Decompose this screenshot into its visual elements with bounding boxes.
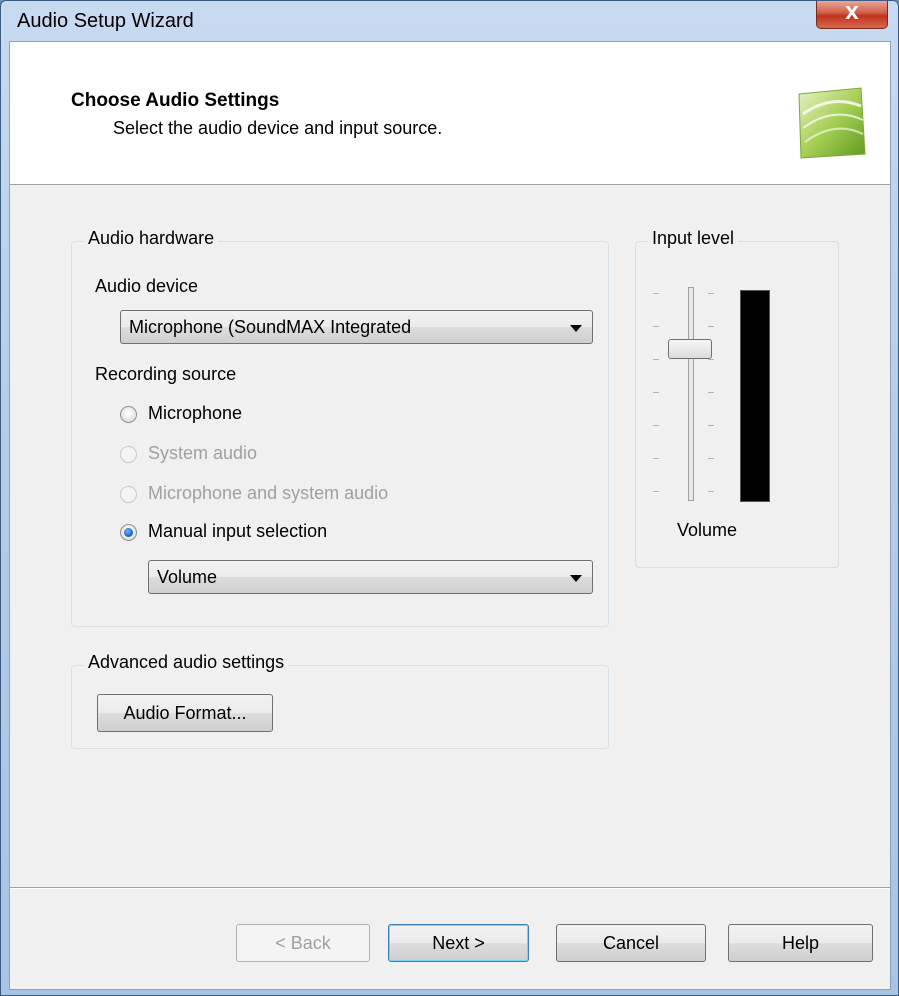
audio-hardware-group-label: Audio hardware bbox=[84, 228, 219, 249]
radio-microphone[interactable]: Microphone bbox=[120, 403, 420, 428]
radio-microphone-label: Microphone bbox=[148, 403, 243, 423]
slider-tick bbox=[708, 425, 714, 426]
audio-device-dropdown[interactable]: Microphone (SoundMAX Integrated bbox=[120, 310, 593, 344]
input-level-group: Input level bbox=[635, 228, 839, 568]
radio-button-selected[interactable] bbox=[120, 524, 137, 541]
manual-input-value: Volume bbox=[157, 567, 218, 587]
wizard-header: Choose Audio Settings Select the audio d… bbox=[10, 42, 890, 185]
cancel-button-label: Cancel bbox=[602, 933, 660, 953]
close-button[interactable]: X bbox=[816, 1, 888, 29]
input-level-group-label: Input level bbox=[648, 228, 739, 249]
footer-divider bbox=[10, 887, 890, 888]
cancel-button[interactable]: Cancel bbox=[556, 924, 706, 962]
volume-slider-thumb[interactable] bbox=[668, 339, 712, 359]
recording-source-label: Recording source bbox=[95, 364, 237, 384]
back-button: < Back bbox=[236, 924, 370, 962]
volume-slider-label: Volume bbox=[677, 520, 738, 540]
slider-tick bbox=[653, 458, 659, 459]
radio-system-audio-label: System audio bbox=[148, 443, 258, 463]
slider-tick bbox=[708, 326, 714, 327]
next-button-label: Next > bbox=[432, 933, 485, 953]
slider-tick bbox=[708, 491, 714, 492]
page-title: Choose Audio Settings bbox=[71, 90, 280, 111]
help-button-label: Help bbox=[781, 933, 820, 953]
slider-tick bbox=[653, 425, 659, 426]
audio-device-value: Microphone (SoundMAX Integrated bbox=[129, 317, 412, 337]
radio-selected-dot bbox=[124, 528, 133, 537]
radio-microphone-and-system-audio-label: Microphone and system audio bbox=[148, 483, 389, 503]
wizard-logo-icon bbox=[798, 87, 866, 159]
slider-tick bbox=[653, 392, 659, 393]
audio-format-button-label: Audio Format... bbox=[123, 703, 247, 723]
audio-setup-wizard-window: Audio Setup Wizard X Choose Audio Settin… bbox=[0, 0, 899, 996]
next-button[interactable]: Next > bbox=[388, 924, 529, 962]
audio-format-button[interactable]: Audio Format... bbox=[97, 694, 273, 732]
slider-tick bbox=[708, 293, 714, 294]
radio-system-audio: System audio bbox=[120, 443, 420, 468]
page-subtitle: Select the audio device and input source… bbox=[113, 118, 443, 138]
advanced-audio-settings-group-label: Advanced audio settings bbox=[84, 652, 289, 673]
radio-button bbox=[120, 446, 137, 463]
chevron-down-icon bbox=[570, 325, 582, 332]
input-level-meter bbox=[740, 290, 770, 502]
slider-tick bbox=[653, 491, 659, 492]
radio-microphone-and-system-audio: Microphone and system audio bbox=[120, 483, 480, 508]
title-bar: Audio Setup Wizard X bbox=[1, 1, 898, 41]
slider-tick bbox=[708, 359, 714, 360]
slider-tick bbox=[708, 392, 714, 393]
manual-input-dropdown[interactable]: Volume bbox=[148, 560, 593, 594]
window-title: Audio Setup Wizard bbox=[17, 10, 194, 32]
volume-slider-track[interactable] bbox=[688, 287, 694, 501]
radio-manual-input-selection[interactable]: Manual input selection bbox=[120, 521, 440, 546]
slider-tick bbox=[653, 293, 659, 294]
slider-tick bbox=[708, 458, 714, 459]
back-button-label: < Back bbox=[275, 933, 331, 953]
wizard-client-area: Choose Audio Settings Select the audio d… bbox=[9, 41, 891, 990]
close-icon: X bbox=[845, 3, 859, 24]
chevron-down-icon bbox=[570, 575, 582, 582]
radio-manual-input-selection-label: Manual input selection bbox=[148, 521, 328, 541]
audio-device-label: Audio device bbox=[95, 276, 199, 296]
slider-tick bbox=[653, 359, 659, 360]
radio-button[interactable] bbox=[120, 406, 137, 423]
slider-tick bbox=[653, 326, 659, 327]
radio-button bbox=[120, 486, 137, 503]
help-button[interactable]: Help bbox=[728, 924, 873, 962]
